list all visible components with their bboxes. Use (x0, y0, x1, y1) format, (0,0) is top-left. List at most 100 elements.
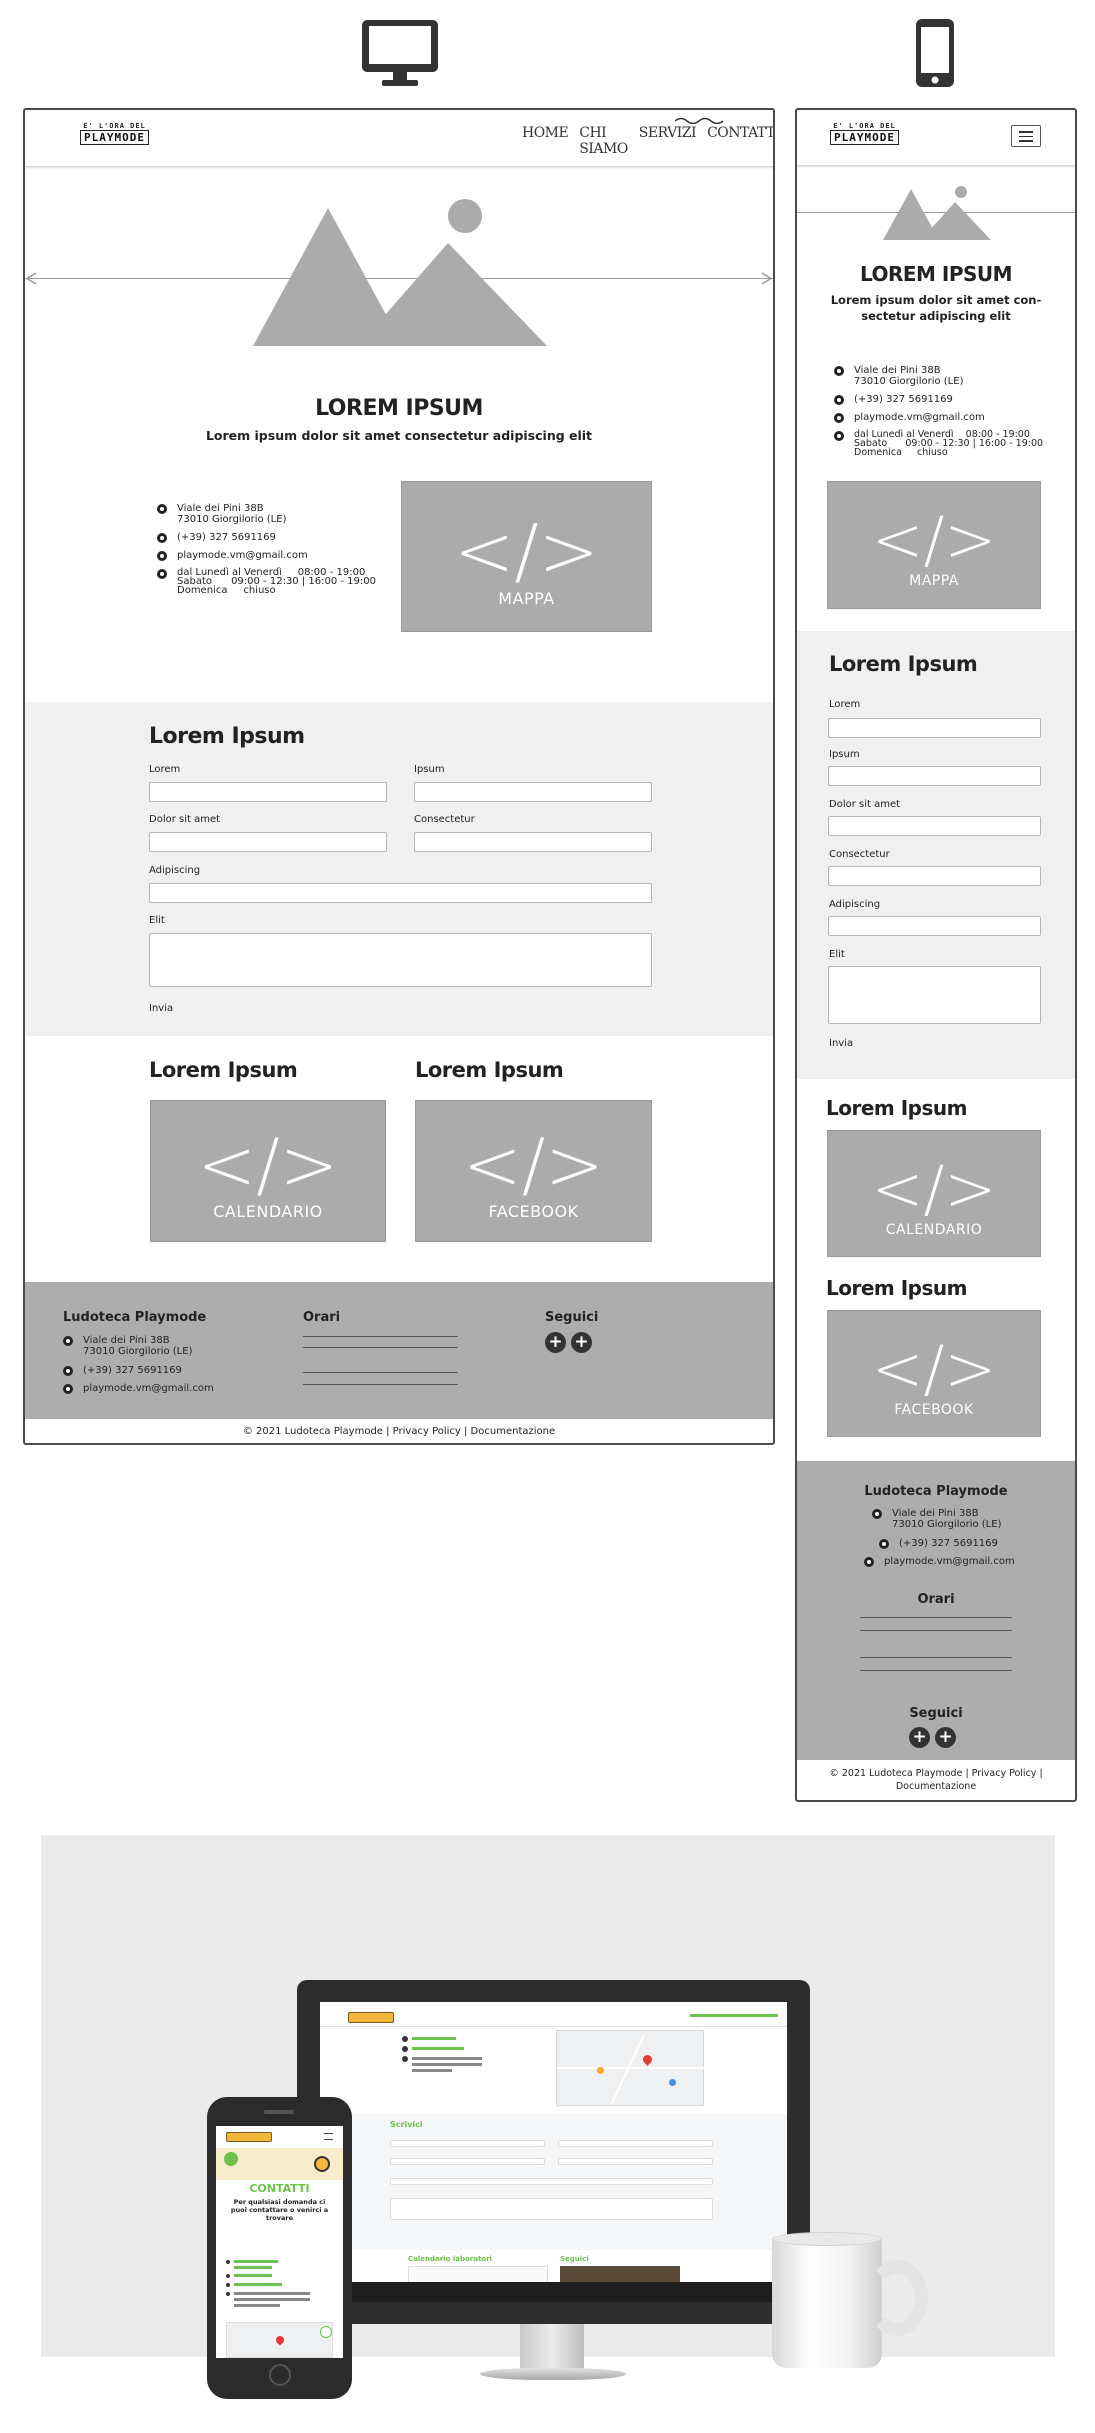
calendar-placeholder[interactable]: </> CALENDARIO (827, 1130, 1041, 1257)
location-icon (834, 366, 844, 376)
mobile-icon (914, 18, 956, 88)
copyright: © 2021 Ludoteca Playmode | Privacy Polic… (242, 1426, 556, 1437)
ipsum-input[interactable] (414, 782, 652, 802)
hero-title: LOREM IPSUM (859, 262, 1013, 286)
email-icon (157, 551, 167, 561)
hero-image-icon (883, 186, 991, 240)
hero-arrow-right-icon (761, 272, 773, 285)
elit-textarea[interactable] (149, 933, 652, 987)
lorem-input[interactable] (828, 718, 1041, 738)
logo[interactable]: E' L'ORA DEL PLAYMODE (830, 122, 899, 145)
facebook-placeholder[interactable]: </> FACEBOOK (827, 1310, 1041, 1437)
social-icon-1[interactable]: + (545, 1332, 566, 1353)
map-embed[interactable] (556, 2030, 705, 2106)
logo[interactable]: E' L'ORA DEL PLAYMODE (80, 122, 149, 145)
adipiscing-input[interactable] (828, 916, 1041, 936)
email-icon (864, 1557, 874, 1567)
phone-icon (157, 533, 167, 543)
mug-handle (866, 2260, 928, 2336)
location-icon (872, 1509, 882, 1519)
hero-title: LOREM IPSUM (315, 396, 483, 421)
consectetur-input[interactable] (828, 866, 1041, 886)
lorem-input[interactable] (149, 782, 387, 802)
email-icon (63, 1384, 73, 1394)
monitor-screen: Scrivici Calendario laboratori Seguici (320, 2002, 787, 2302)
contact-hours: dal Lunedì al Venerdì 08:00 - 19:00 Sabat… (157, 568, 376, 596)
hero-image-icon (253, 199, 547, 346)
elit-textarea[interactable] (828, 966, 1041, 1024)
calendar-title: Lorem Ipsum (826, 1096, 967, 1120)
dolor-input[interactable] (149, 832, 387, 852)
hero-arrow-left-icon (25, 272, 37, 285)
nav-home[interactable]: HOME (522, 125, 569, 157)
footer-brand: Ludoteca Playmode (63, 1310, 207, 1325)
footer-email[interactable]: playmode.vm@gmail.com (864, 1556, 1015, 1567)
footer-brand: Ludoteca Playmode (864, 1484, 1008, 1499)
main-nav: HOME CHI SIAMO SERVIZI CONTATTI (522, 125, 773, 157)
footer-hours-title: Orari (303, 1310, 341, 1325)
nav-chi-siamo[interactable]: CHI SIAMO (579, 125, 628, 157)
phone-speaker (264, 2110, 294, 2114)
contact-hours: dal Lunedì al Venerdì 08:00 - 19:00 Sabat… (834, 430, 1043, 457)
form-title: Lorem Ipsum (149, 724, 305, 749)
clock-icon (157, 569, 167, 579)
mockup-form-title: Scrivici (390, 2120, 423, 2129)
footer-follow-title: Seguici (909, 1706, 963, 1721)
mug-rim (772, 2232, 882, 2246)
consectetur-input[interactable] (414, 832, 652, 852)
copyright: © 2021 Ludoteca Playmode | Privacy Polic… (829, 1768, 1043, 1792)
map-placeholder[interactable]: </> MAPPA (401, 481, 652, 632)
contact-address: Viale dei Pini 38B 73010 Giorgilorio (LE) (157, 503, 286, 525)
form-title: Lorem Ipsum (829, 652, 978, 676)
footer-address: Viale dei Pini 38B 73010 Giorgilorio (LE) (63, 1335, 192, 1357)
email-icon (834, 413, 844, 423)
phone-icon (834, 395, 844, 405)
social-icon-1[interactable]: + (909, 1727, 930, 1748)
footer-follow-title: Seguici (545, 1310, 599, 1325)
footer-phone[interactable]: (+39) 327 5691169 (63, 1365, 182, 1376)
footer-address: Viale dei Pini 38B 73010 Giorgilorio (LE) (872, 1508, 1001, 1530)
contact-phone[interactable]: (+39) 327 5691169 (157, 532, 276, 543)
location-icon (157, 504, 167, 514)
social-icon-2[interactable]: + (935, 1727, 956, 1748)
footer-phone[interactable]: (+39) 327 5691169 (879, 1538, 998, 1549)
ipsum-input[interactable] (828, 766, 1041, 786)
active-wave-icon (675, 117, 724, 124)
mockup-calendar-title: Calendario laboratori (408, 2255, 492, 2263)
contact-phone[interactable]: (+39) 327 5691169 (834, 394, 953, 405)
contact-address: Viale dei Pini 38B 73010 Giorgilorio (LE) (834, 365, 963, 387)
contact-email[interactable]: playmode.vm@gmail.com (157, 550, 308, 561)
clock-icon (834, 431, 844, 441)
location-icon (63, 1336, 73, 1346)
social-icon-2[interactable]: + (571, 1332, 592, 1353)
desktop-icon (360, 18, 440, 88)
hero-subtitle: Lorem ipsum dolor sit amet con-sectetur … (830, 293, 1042, 323)
desktop-wireframe: E' L'ORA DEL PLAYMODE HOME CHI SIAMO SER… (23, 108, 775, 1445)
facebook-placeholder[interactable]: </> FACEBOOK (415, 1100, 652, 1242)
phone-screen: CONTATTI Per qualsiasi domanda ci puoi c… (216, 2126, 343, 2358)
monitor-stand (520, 2324, 584, 2370)
calendar-placeholder[interactable]: </> CALENDARIO (150, 1100, 386, 1242)
hamburger-menu-icon[interactable] (1011, 125, 1041, 147)
facebook-title: Lorem Ipsum (415, 1058, 564, 1082)
mockup-page-title: CONTATTI (249, 2182, 310, 2195)
hero-subtitle: Lorem ipsum dolor sit amet consectetur a… (205, 428, 593, 443)
nav-servizi[interactable]: SERVIZI (639, 125, 697, 157)
adipiscing-input[interactable] (149, 883, 652, 903)
submit-button[interactable]: Invia (149, 1003, 173, 1014)
calendar-title: Lorem Ipsum (149, 1058, 298, 1082)
facebook-title: Lorem Ipsum (826, 1276, 967, 1300)
mockup-page-text: Per qualsiasi domanda ci puoi contattare… (230, 2198, 329, 2222)
phone-icon (63, 1366, 73, 1376)
footer-email[interactable]: playmode.vm@gmail.com (63, 1383, 214, 1394)
map-placeholder[interactable]: </> MAPPA (827, 481, 1041, 609)
submit-button[interactable]: Invia (829, 1038, 853, 1049)
footer-hours-title: Orari (917, 1592, 955, 1607)
phone-home-button (269, 2364, 291, 2386)
mobile-wireframe: E' L'ORA DEL PLAYMODE LOREM IPSUM Lorem … (795, 108, 1077, 1802)
nav-contatti[interactable]: CONTATTI (707, 125, 773, 157)
monitor-base (480, 2368, 626, 2380)
contact-email[interactable]: playmode.vm@gmail.com (834, 412, 985, 423)
phone-icon (879, 1539, 889, 1549)
dolor-input[interactable] (828, 816, 1041, 836)
